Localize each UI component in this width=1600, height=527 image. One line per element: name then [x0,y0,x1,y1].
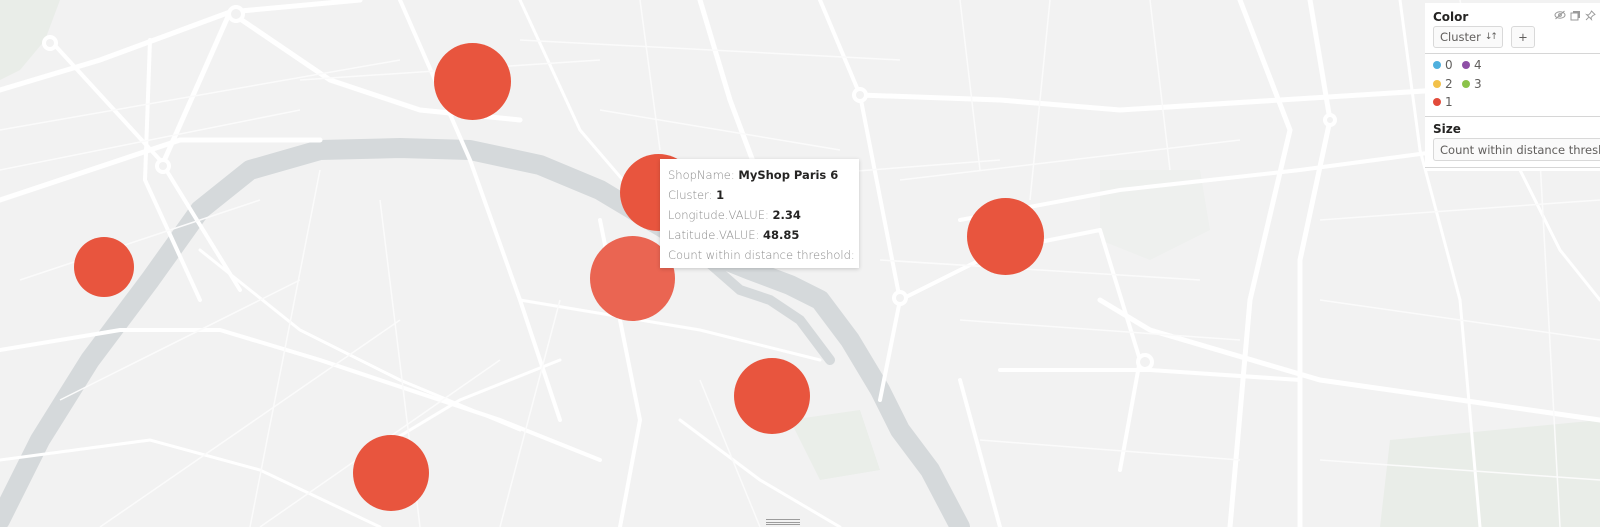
legend-item-3[interactable]: 3 [1462,77,1482,91]
legend-item-label: 4 [1474,58,1482,72]
tooltip-value: 51 [858,248,859,262]
legend-dot-icon [1433,61,1441,69]
legend-dot-icon [1462,61,1470,69]
tooltip-value: MyShop Paris 6 [738,168,839,182]
add-color-field-button[interactable]: + [1511,26,1535,48]
plus-icon: + [1518,30,1528,44]
legend-item-label: 3 [1474,77,1482,91]
color-field-label: Cluster [1440,30,1481,44]
tooltip-row-cluster: Cluster: 1 [668,188,725,202]
legend-toolbar [1554,9,1596,21]
copy-icon[interactable] [1569,9,1581,21]
legend-divider [1425,167,1600,168]
legend-color-title: Color [1433,10,1469,24]
sort-icon: ↓↑ [1484,32,1498,42]
bubble-south-west[interactable] [353,435,429,511]
legend-item-4[interactable]: 4 [1462,58,1482,72]
tooltip-row-shopname: ShopName: MyShop Paris 6 [668,168,839,182]
legend-dot-icon [1462,80,1470,88]
bubble-east[interactable] [967,198,1044,275]
resize-handle[interactable] [766,519,800,525]
eye-hidden-icon[interactable] [1554,9,1566,21]
tooltip-value: 2.34 [772,208,801,222]
bubble-south-center[interactable] [734,358,810,434]
data-tooltip: ShopName: MyShop Paris 6 Cluster: 1 Long… [660,159,859,268]
color-field-dropdown[interactable]: Cluster ↓↑ [1433,26,1503,48]
legend-item-1[interactable]: 1 [1433,95,1453,109]
legend-item-label: 0 [1445,58,1453,72]
legend-item-label: 2 [1445,77,1453,91]
legend-item-0[interactable]: 0 [1433,58,1453,72]
tooltip-row-count: Count within distance threshold: 51 [668,245,859,265]
legend-size-title: Size [1433,122,1461,136]
tooltip-value: 48.85 [763,228,800,242]
legend-item-2[interactable]: 2 [1433,77,1453,91]
legend-item-label: 1 [1445,95,1453,109]
size-field-dropdown[interactable]: Count within distance threshold [1433,138,1600,161]
bubble-north[interactable] [434,43,511,120]
legend-dot-icon [1433,98,1441,106]
tooltip-row-longitude: Longitude.VALUE: 2.34 [668,208,801,222]
tooltip-value: 1 [716,188,725,202]
legend-dot-icon [1433,80,1441,88]
legend-panel: Color Cluster ↓↑ + 0 4 2 3 1 Size Count … [1425,3,1600,171]
bubble-west[interactable] [74,237,134,297]
pin-icon[interactable] [1584,9,1596,21]
legend-divider [1425,53,1600,54]
legend-divider [1425,116,1600,117]
tooltip-row-latitude: Latitude.VALUE: 48.85 [668,228,800,242]
size-field-label: Count within distance threshold [1440,142,1600,157]
